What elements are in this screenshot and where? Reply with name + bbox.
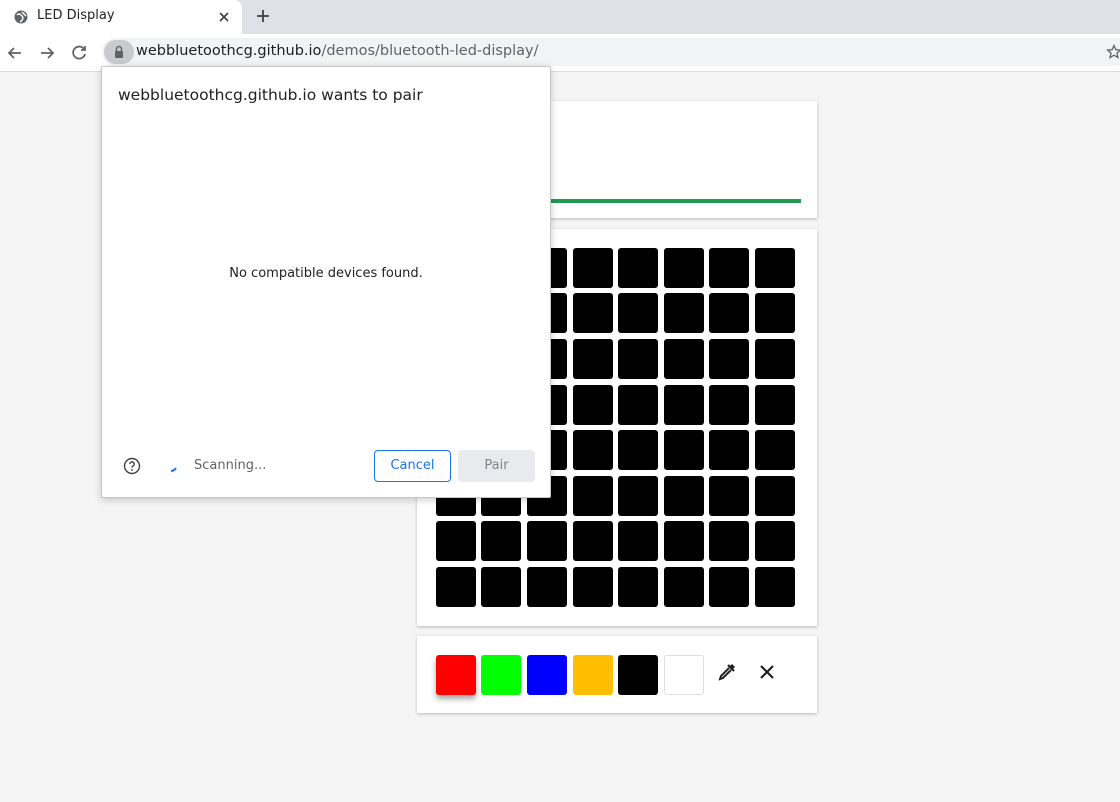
led-cell[interactable] (573, 339, 613, 379)
led-cell[interactable] (664, 476, 704, 516)
led-cell[interactable] (755, 339, 795, 379)
forward-icon[interactable] (37, 43, 57, 63)
globe-icon (14, 10, 28, 24)
color-swatch[interactable] (436, 655, 476, 695)
led-cell[interactable] (664, 339, 704, 379)
led-cell[interactable] (664, 521, 704, 561)
url-text: webbluetoothcg.github.io/demos/bluetooth… (136, 43, 539, 59)
led-cell[interactable] (709, 339, 749, 379)
led-cell[interactable] (436, 567, 476, 607)
led-cell[interactable] (573, 476, 613, 516)
led-cell[interactable] (618, 521, 658, 561)
led-cell[interactable] (573, 567, 613, 607)
led-cell[interactable] (618, 385, 658, 425)
tab-title: LED Display (37, 8, 115, 23)
led-cell[interactable] (436, 521, 476, 561)
color-swatch[interactable] (573, 655, 613, 695)
led-cell[interactable] (755, 476, 795, 516)
led-cell[interactable] (755, 293, 795, 333)
back-icon[interactable] (5, 43, 25, 63)
address-bar[interactable]: webbluetoothcg.github.io/demos/bluetooth… (102, 38, 1120, 66)
color-swatch[interactable] (664, 655, 704, 695)
dialog-title: webbluetoothcg.github.io wants to pair (118, 86, 423, 104)
led-cell[interactable] (755, 567, 795, 607)
reload-icon[interactable] (69, 43, 89, 63)
help-icon[interactable] (123, 457, 141, 475)
led-cell[interactable] (481, 567, 521, 607)
led-cell[interactable] (664, 385, 704, 425)
led-cell[interactable] (481, 521, 521, 561)
no-devices-message: No compatible devices found. (229, 266, 423, 281)
led-cell[interactable] (709, 567, 749, 607)
url-path: /demos/bluetooth-led-display/ (321, 43, 539, 59)
url-host: webbluetoothcg.github.io (136, 43, 322, 59)
led-cell[interactable] (573, 521, 613, 561)
led-cell[interactable] (573, 430, 613, 470)
led-cell[interactable] (527, 567, 567, 607)
led-cell[interactable] (618, 339, 658, 379)
led-cell[interactable] (573, 248, 613, 288)
led-cell[interactable] (664, 567, 704, 607)
led-cell[interactable] (709, 293, 749, 333)
led-cell[interactable] (664, 248, 704, 288)
led-cell[interactable] (709, 430, 749, 470)
cancel-button[interactable]: Cancel (374, 450, 451, 482)
bluetooth-pair-dialog: webbluetoothcg.github.io wants to pair N… (101, 66, 551, 498)
led-cell[interactable] (618, 567, 658, 607)
led-cell[interactable] (709, 248, 749, 288)
color-swatch[interactable] (527, 655, 567, 695)
led-cell[interactable] (755, 385, 795, 425)
led-cell[interactable] (573, 293, 613, 333)
led-cell[interactable] (755, 430, 795, 470)
led-cell[interactable] (664, 430, 704, 470)
led-cell[interactable] (709, 521, 749, 561)
spinner-icon (170, 467, 177, 472)
new-tab-icon[interactable] (255, 8, 271, 24)
led-cell[interactable] (755, 248, 795, 288)
bookmark-star-icon[interactable] (1106, 44, 1120, 60)
led-cell[interactable] (618, 248, 658, 288)
led-cell[interactable] (618, 430, 658, 470)
close-tab-icon[interactable] (216, 9, 232, 25)
tab-led-display[interactable]: LED Display (0, 0, 242, 34)
pair-button[interactable]: Pair (458, 450, 535, 482)
led-cell[interactable] (709, 476, 749, 516)
led-cell[interactable] (618, 476, 658, 516)
led-cell[interactable] (573, 385, 613, 425)
led-cell[interactable] (709, 385, 749, 425)
clear-icon[interactable] (756, 661, 778, 683)
led-cell[interactable] (755, 521, 795, 561)
color-swatch[interactable] (481, 655, 521, 695)
scanning-status: Scanning... (194, 458, 267, 473)
led-cell[interactable] (527, 521, 567, 561)
led-cell[interactable] (618, 293, 658, 333)
led-cell[interactable] (664, 293, 704, 333)
lock-icon (115, 45, 123, 58)
color-swatch[interactable] (618, 655, 658, 695)
tab-strip: LED Display (0, 0, 1120, 34)
eyedropper-icon[interactable] (716, 661, 738, 683)
site-info-button[interactable] (104, 40, 134, 64)
